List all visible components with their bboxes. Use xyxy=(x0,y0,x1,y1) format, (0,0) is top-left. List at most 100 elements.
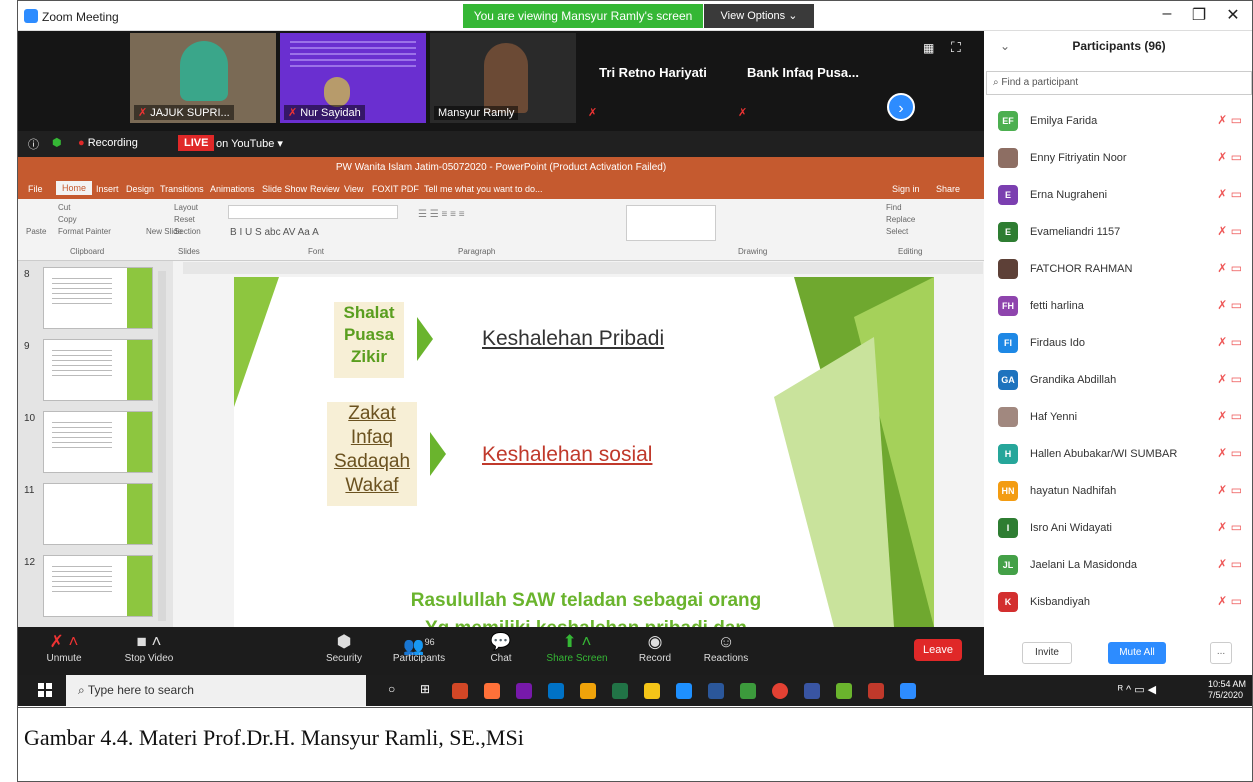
layout-button[interactable]: Layout xyxy=(174,203,198,212)
participant-row[interactable]: HN hayatun Nadhifah ✗ ▭ xyxy=(984,473,1252,509)
participant-row[interactable]: FH fetti harlina ✗ ▭ xyxy=(984,288,1252,324)
copy-button[interactable]: Copy xyxy=(58,215,77,224)
video-tile[interactable]: ✗ JAJUK SUPRI... xyxy=(130,33,276,123)
participant-row[interactable]: I Isro Ani Widayati ✗ ▭ xyxy=(984,510,1252,546)
video-tile[interactable]: Bank Infaq Pusa... ✗ xyxy=(730,33,876,123)
security-button[interactable]: ⬢ Security xyxy=(316,631,372,664)
slide-thumbnail[interactable] xyxy=(43,555,153,617)
participant-row[interactable]: EF Emilya Farida ✗ ▭ xyxy=(984,103,1252,139)
mute-all-button[interactable]: Mute All xyxy=(1108,642,1166,664)
participant-row[interactable]: H Hallen Abubakar/WI SUMBAR ✗ ▭ xyxy=(984,436,1252,472)
share-button[interactable]: Share xyxy=(936,184,960,194)
cortana-icon[interactable]: ○ xyxy=(388,682,395,696)
task-view-icon[interactable]: ⊞ xyxy=(420,682,430,696)
participant-search-input[interactable]: ⌕ Find a participant xyxy=(986,71,1252,95)
participant-row[interactable]: JL Jaelani La Masidonda ✗ ▭ xyxy=(984,547,1252,583)
excel-icon[interactable] xyxy=(612,683,628,699)
record-button[interactable]: ◉ Record xyxy=(630,631,680,664)
unmute-button[interactable]: ✗ ˄ Unmute xyxy=(34,631,94,664)
word-icon[interactable] xyxy=(708,683,724,699)
find-button[interactable]: Find xyxy=(886,203,902,212)
slide-thumbnail[interactable] xyxy=(43,483,153,545)
chat-button[interactable]: 💬 Chat xyxy=(478,631,524,664)
close-button[interactable]: ✕ xyxy=(1218,5,1248,25)
participant-row[interactable]: E Evameliandri 1157 ✗ ▭ xyxy=(984,214,1252,250)
next-page-icon[interactable]: › xyxy=(887,93,915,121)
gallery-view-icon[interactable]: ▦ xyxy=(923,41,934,55)
edge-icon[interactable] xyxy=(676,683,692,699)
onenote-icon[interactable] xyxy=(516,683,532,699)
invite-button[interactable]: Invite xyxy=(1022,642,1072,664)
replace-button[interactable]: Replace xyxy=(886,215,915,224)
outlook-icon[interactable] xyxy=(548,683,564,699)
menu-slideshow[interactable]: Slide Show xyxy=(262,184,307,194)
system-tray-icons[interactable]: ᴿ ^ ▭ ◀ xyxy=(1118,683,1156,696)
taskbar-search-input[interactable]: ⌕ Type here to search xyxy=(66,675,366,706)
menu-review[interactable]: Review xyxy=(310,184,340,194)
avatar: E xyxy=(998,185,1018,205)
live-platform-dropdown[interactable]: on YouTube ▾ xyxy=(216,137,283,150)
firefox-icon[interactable] xyxy=(484,683,500,699)
file-explorer-icon[interactable] xyxy=(644,683,660,699)
box-item: Zikir xyxy=(351,347,387,366)
menu-view[interactable]: View xyxy=(344,184,363,194)
publisher-icon[interactable] xyxy=(740,683,756,699)
format-painter-button[interactable]: Format Painter xyxy=(58,227,111,236)
shapes-gallery[interactable] xyxy=(626,205,716,241)
store-icon[interactable] xyxy=(580,683,596,699)
visio-icon[interactable] xyxy=(804,683,820,699)
maximize-button[interactable]: ❐ xyxy=(1184,5,1214,25)
participants-button[interactable]: 👥96 Participants xyxy=(384,631,454,664)
paste-button[interactable]: Paste xyxy=(26,227,46,236)
font-formatting-buttons[interactable]: B I U S abc AV Aa A xyxy=(230,227,319,238)
leave-button[interactable]: Leave xyxy=(914,639,962,661)
view-options-button[interactable]: View Options ⌄ xyxy=(704,4,814,28)
participant-row[interactable]: Haf Yenni ✗ ▭ xyxy=(984,399,1252,435)
share-screen-button[interactable]: ⬆ ˄ Share Screen xyxy=(540,631,614,664)
font-name-field[interactable] xyxy=(228,205,398,219)
minimize-button[interactable]: – xyxy=(1152,5,1182,23)
thumb-scrollbar[interactable] xyxy=(158,271,166,621)
menu-file[interactable]: File xyxy=(28,184,43,194)
more-button[interactable]: ... xyxy=(1210,642,1232,664)
video-tile[interactable]: Mansyur Ramly xyxy=(430,33,576,123)
menu-design[interactable]: Design xyxy=(126,184,154,194)
section-button[interactable]: Section xyxy=(174,227,201,236)
reset-button[interactable]: Reset xyxy=(174,215,195,224)
select-button[interactable]: Select xyxy=(886,227,908,236)
menu-home[interactable]: Home xyxy=(56,181,93,195)
participant-row[interactable]: Enny Fitriyatin Noor ✗ ▭ xyxy=(984,140,1252,176)
shield-icon[interactable]: ⬢ xyxy=(52,136,62,149)
paragraph-buttons[interactable]: ☰ ☰ ≡ ≡ ≡ xyxy=(418,209,465,220)
video-tile[interactable]: ✗ Nur Sayidah xyxy=(280,33,426,123)
stop-video-button[interactable]: ■ ˄ Stop Video xyxy=(114,631,184,664)
avatar xyxy=(998,148,1018,168)
reactions-button[interactable]: ☺ Reactions xyxy=(696,631,756,664)
slide-thumbnail[interactable] xyxy=(43,339,153,401)
zoom-taskbar-icon[interactable] xyxy=(900,683,916,699)
app-icon[interactable] xyxy=(836,683,852,699)
participant-row[interactable]: FATCHOR RAHMAN ✗ ▭ xyxy=(984,251,1252,287)
powerpoint-icon[interactable] xyxy=(452,683,468,699)
acrobat-icon[interactable] xyxy=(868,683,884,699)
windows-start-icon[interactable] xyxy=(38,683,52,697)
taskbar-clock[interactable]: 10:54 AM 7/5/2020 xyxy=(1208,679,1246,701)
slide-thumbnail[interactable] xyxy=(43,267,153,329)
sign-in-link[interactable]: Sign in xyxy=(892,184,920,194)
menu-transitions[interactable]: Transitions xyxy=(160,184,204,194)
video-tile[interactable]: Tri Retno Hariyati ✗ xyxy=(580,33,726,123)
chrome-icon[interactable] xyxy=(772,683,788,699)
menu-insert[interactable]: Insert xyxy=(96,184,119,194)
participant-row[interactable]: K Kisbandiyah ✗ ▭ xyxy=(984,584,1252,620)
slide-thumbnail[interactable] xyxy=(43,411,153,473)
fullscreen-icon[interactable]: ⛶ xyxy=(951,39,961,56)
participant-row[interactable]: E Erna Nugraheni ✗ ▭ xyxy=(984,177,1252,213)
menu-tell-me[interactable]: Tell me what you want to do... xyxy=(424,184,543,194)
info-icon[interactable]: ⓘ xyxy=(28,136,39,152)
menu-animations[interactable]: Animations xyxy=(210,184,255,194)
share-screen-icon: ⬆ ˄ xyxy=(562,632,592,651)
menu-foxit[interactable]: FOXIT PDF xyxy=(372,184,419,194)
cut-button[interactable]: Cut xyxy=(58,203,70,212)
participant-row[interactable]: GA Grandika Abdillah ✗ ▭ xyxy=(984,362,1252,398)
participant-row[interactable]: FI Firdaus Ido ✗ ▭ xyxy=(984,325,1252,361)
